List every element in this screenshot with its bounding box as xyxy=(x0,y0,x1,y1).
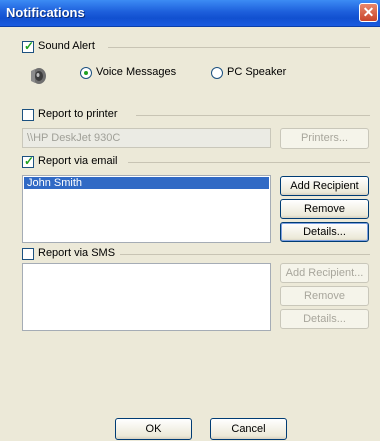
email-recipient-list[interactable]: John Smith xyxy=(22,175,271,243)
close-button[interactable]: ✕ xyxy=(359,3,378,22)
sms-remove-recipient-button[interactable]: Remove Recipient xyxy=(280,286,369,320)
report-via-email-checkbox[interactable]: ✓ xyxy=(22,154,35,168)
checkmark-icon: ✓ xyxy=(24,39,35,53)
report-via-sms-checkbox[interactable] xyxy=(22,248,34,260)
sound-alert-label: Sound Alert xyxy=(38,40,95,52)
sound-alert-checkbox[interactable]: ✓ xyxy=(22,39,35,53)
pc-speaker-radio[interactable] xyxy=(211,67,223,79)
close-icon: ✕ xyxy=(362,4,375,20)
sound-alert-separator xyxy=(108,47,370,48)
email-separator xyxy=(128,162,370,163)
printer-separator xyxy=(136,115,370,116)
radio-selected-indicator xyxy=(84,71,88,75)
report-via-sms-label: Report via SMS xyxy=(38,247,116,259)
report-to-printer-label: Report to printer xyxy=(38,108,118,120)
voice-messages-label: Voice Messages xyxy=(96,66,177,78)
printers-button[interactable]: Printers... xyxy=(280,128,369,149)
pc-speaker-label: PC Speaker xyxy=(227,66,287,78)
speaker-icon xyxy=(31,68,46,84)
title-bar[interactable]: Notifications ✕ xyxy=(0,0,380,27)
sms-add-recipient-button[interactable]: Add Recipient... xyxy=(280,263,369,283)
printer-path-value: \\HP DeskJet 930C xyxy=(27,132,121,144)
sms-separator xyxy=(120,254,370,255)
window-title: Notifications xyxy=(6,5,85,20)
email-details-button[interactable]: Details... xyxy=(280,222,369,242)
ok-button[interactable]: OK xyxy=(115,418,192,440)
report-via-email-label: Report via email xyxy=(38,155,118,167)
email-add-recipient-button[interactable]: Add Recipient xyxy=(280,176,369,196)
cancel-button[interactable]: Cancel xyxy=(210,418,287,440)
voice-messages-radio[interactable] xyxy=(80,67,92,79)
report-to-printer-checkbox[interactable] xyxy=(22,109,34,121)
sms-details-button[interactable]: Details... xyxy=(280,309,369,329)
email-recipient-item[interactable]: John Smith xyxy=(24,177,269,189)
email-remove-recipient-button[interactable]: Remove Recipient xyxy=(280,199,369,233)
printer-path-field: \\HP DeskJet 930C xyxy=(22,128,271,148)
sms-recipient-list[interactable] xyxy=(22,263,271,331)
checkmark-icon: ✓ xyxy=(24,154,35,168)
